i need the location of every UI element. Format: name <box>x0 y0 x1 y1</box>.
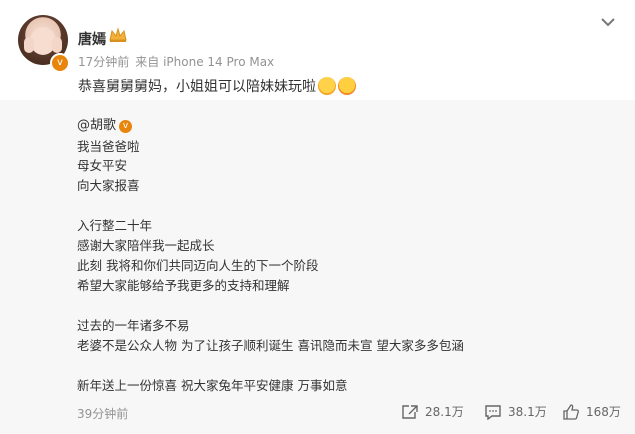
post-time[interactable]: 17分钟前 <box>78 55 129 69</box>
like-button[interactable]: 168万 <box>562 403 621 420</box>
comment-count: 38.1万 <box>508 405 547 419</box>
repost-line: 希望大家能够给予我更多的支持和理解 <box>77 278 290 293</box>
mention-link[interactable]: @胡歌 v <box>77 114 133 133</box>
post-meta: 17分钟前 来自 iPhone 14 Pro Max <box>78 53 274 70</box>
repost-line: 向大家报喜 <box>77 178 140 193</box>
like-icon <box>563 403 579 420</box>
avatar-hand-right <box>52 37 62 53</box>
repost-line: 过去的一年诸多不易 <box>77 318 190 333</box>
repost-line: 此刻 我将和你们共同迈向人生的下一个阶段 <box>77 258 319 273</box>
post-text: 恭喜舅舅舅妈，小姐姐可以陪妹妹玩啦 <box>78 76 356 96</box>
emoji-love-icon <box>338 77 356 95</box>
author-name[interactable]: 唐嫣 <box>78 29 106 49</box>
avatar-hand-left <box>24 37 34 53</box>
like-count: 168万 <box>586 405 621 419</box>
repost-button[interactable]: 28.1万 <box>401 403 464 420</box>
post-header: v 唐嫣 17分钟前 来自 iPhone 14 Pro Max 恭喜舅舅舅妈，小姐… <box>0 0 635 100</box>
repost-line: 母女平安 <box>77 158 128 173</box>
post-source: 来自 iPhone 14 Pro Max <box>135 55 275 69</box>
repost-line: 新年送上一份惊喜 祝大家兔年平安健康 万事如意 <box>77 378 348 393</box>
repost-line: 入行整二十年 <box>77 218 153 233</box>
repost-count: 28.1万 <box>425 405 464 419</box>
mention-text[interactable]: @胡歌 <box>77 118 116 133</box>
verified-badge-icon: v <box>50 53 70 73</box>
post-text-content: 恭喜舅舅舅妈，小姐姐可以陪妹妹玩啦 <box>78 79 316 95</box>
repost-line: 老婆不是公众人物 为了让孩子顺利诞生 喜讯隐而未宣 望大家多多包涵 <box>77 338 464 353</box>
repost-time[interactable]: 39分钟前 <box>77 405 128 422</box>
emoji-cheer-icon <box>318 77 336 95</box>
repost-block[interactable]: @胡歌 v 我当爸爸啦 母女平安 向大家报喜 入行整二十年 感谢大家陪伴我一起成长… <box>0 100 635 434</box>
crown-icon <box>109 27 127 42</box>
repost-line: 我当爸爸啦 <box>77 139 140 154</box>
chevron-down-icon[interactable] <box>600 15 616 29</box>
repost-line: 感谢大家陪伴我一起成长 <box>77 238 215 253</box>
comment-icon <box>485 404 501 420</box>
repost-icon <box>402 404 418 419</box>
comment-button[interactable]: 38.1万 <box>484 403 547 420</box>
verified-badge-icon: v <box>119 120 133 133</box>
